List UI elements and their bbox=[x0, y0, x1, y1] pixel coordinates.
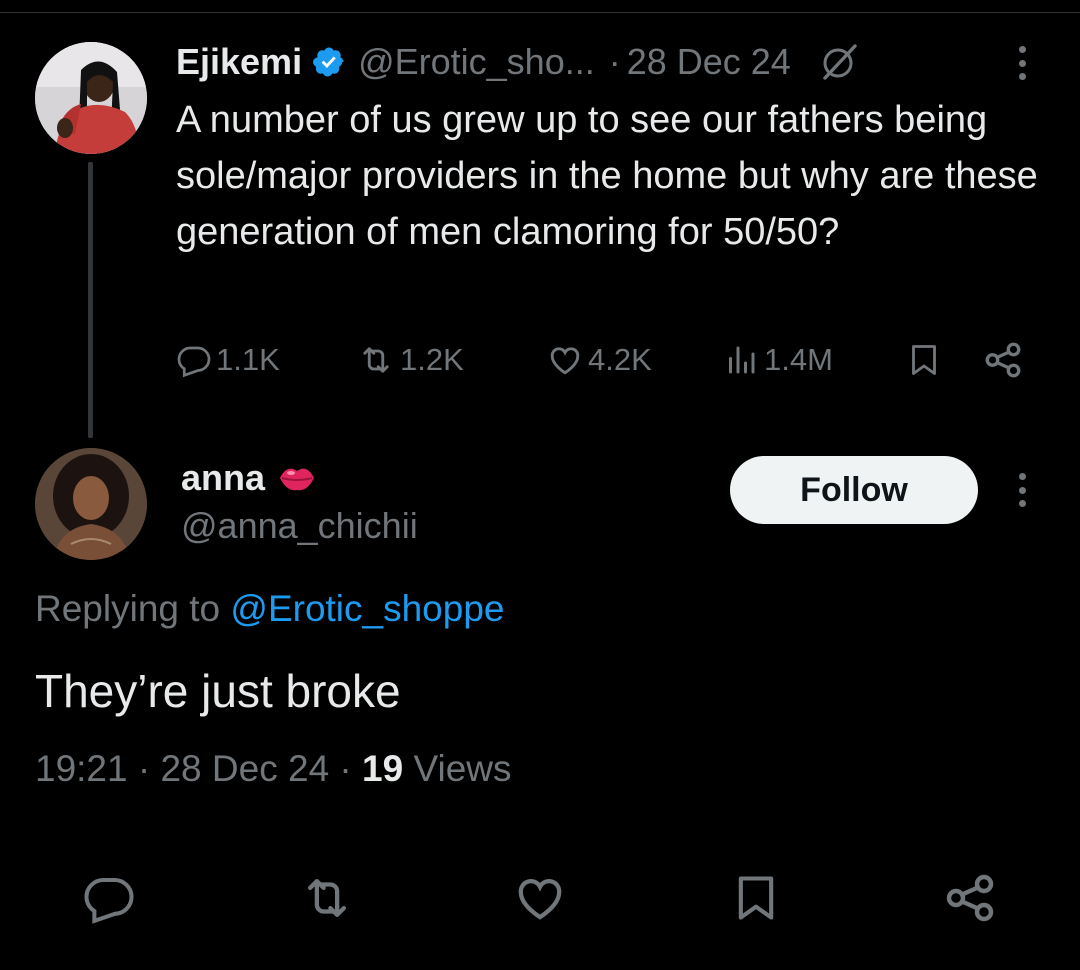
meta-separator: · bbox=[127, 748, 161, 789]
more-icon[interactable] bbox=[1019, 473, 1027, 507]
meta-separator: · bbox=[329, 748, 363, 789]
reply-time[interactable]: 19:21 bbox=[35, 748, 128, 789]
repost-count: 1.2K bbox=[400, 342, 464, 377]
top-divider bbox=[0, 12, 1080, 13]
author-handle[interactable]: @Erotic_sho... bbox=[358, 41, 595, 83]
grok-icon[interactable] bbox=[817, 40, 861, 84]
reply-icon bbox=[176, 342, 212, 378]
reply-meta: 19:21 · 28 Dec 24 · 19 Views bbox=[35, 748, 512, 790]
views-icon bbox=[722, 342, 760, 378]
views-action[interactable]: 1.4M bbox=[722, 336, 833, 384]
separator-dot: · bbox=[608, 41, 621, 82]
thread-line bbox=[88, 162, 93, 438]
reply-tweet-text: They’re just broke bbox=[35, 665, 401, 717]
parent-tweet-text: A number of us grew up to see our father… bbox=[176, 99, 1038, 253]
repost-action[interactable]: 1.2K bbox=[356, 336, 464, 384]
share-icon[interactable] bbox=[942, 870, 998, 926]
reply-author-handle[interactable]: @anna_chichii bbox=[181, 505, 418, 547]
more-icon[interactable] bbox=[1019, 46, 1027, 80]
parent-tweet-header: Ejikemi @Erotic_sho... · 28 Dec 24 bbox=[176, 38, 861, 86]
like-icon bbox=[546, 342, 584, 378]
replying-to-label: Replying to bbox=[35, 588, 231, 629]
like-count: 4.2K bbox=[588, 342, 652, 377]
reply-views-label[interactable]: Views bbox=[403, 748, 511, 789]
follow-button[interactable]: Follow bbox=[730, 456, 978, 524]
like-icon[interactable] bbox=[512, 870, 568, 926]
replying-to: Replying to @Erotic_shoppe bbox=[35, 588, 505, 630]
share-icon[interactable] bbox=[982, 336, 1024, 384]
verified-badge-icon bbox=[312, 45, 346, 79]
avatar-anna[interactable] bbox=[35, 448, 147, 560]
reply-author-name[interactable]: anna bbox=[181, 457, 265, 499]
author-name[interactable]: Ejikemi bbox=[176, 41, 302, 83]
reply-icon[interactable] bbox=[81, 870, 137, 926]
bookmark-icon[interactable] bbox=[906, 336, 942, 384]
reply-count: 1.1K bbox=[216, 342, 280, 377]
avatar-ejikemi[interactable] bbox=[35, 42, 147, 154]
replying-to-mention[interactable]: @Erotic_shoppe bbox=[230, 588, 504, 629]
reply-author-row: anna bbox=[181, 455, 317, 501]
like-action[interactable]: 4.2K bbox=[546, 336, 652, 384]
bookmark-icon[interactable] bbox=[728, 870, 784, 926]
kiss-lips-icon bbox=[277, 458, 317, 498]
tweet-date[interactable]: 28 Dec 24 bbox=[627, 41, 791, 83]
repost-icon[interactable] bbox=[299, 870, 355, 926]
reply-action[interactable]: 1.1K bbox=[176, 336, 280, 384]
views-count: 1.4M bbox=[764, 342, 833, 377]
reply-views-count[interactable]: 19 bbox=[362, 748, 403, 789]
reply-date[interactable]: 28 Dec 24 bbox=[160, 748, 329, 789]
repost-icon bbox=[356, 342, 396, 378]
